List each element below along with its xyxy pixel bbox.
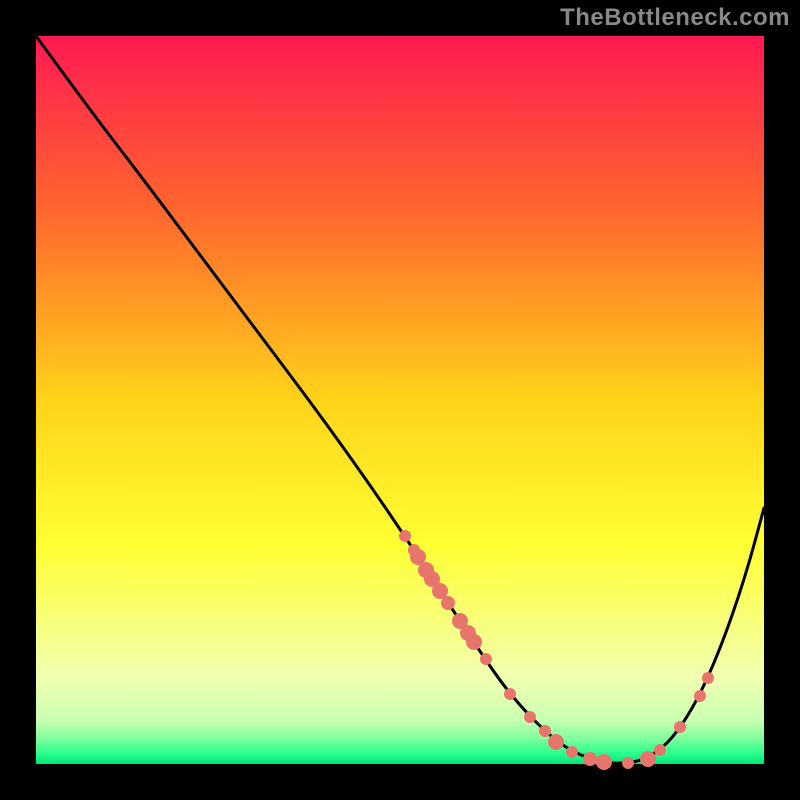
curve-marker: [566, 746, 578, 758]
curve-marker: [548, 734, 564, 750]
curve-marker: [596, 754, 612, 770]
curve-marker: [583, 752, 597, 766]
curve-marker: [441, 596, 455, 610]
curve-marker: [466, 634, 482, 650]
curve-marker: [640, 751, 656, 767]
curve-marker: [539, 725, 551, 737]
watermark-text: TheBottleneck.com: [560, 4, 790, 32]
curve-marker: [702, 672, 714, 684]
curve-marker: [654, 744, 666, 756]
curve-marker: [694, 690, 706, 702]
curve-marker: [622, 757, 634, 769]
curve-marker: [674, 721, 686, 733]
chart-canvas: TheBottleneck.com: [0, 0, 800, 800]
curve-marker: [524, 711, 536, 723]
chart-svg: [0, 0, 800, 800]
curve-marker: [480, 653, 492, 665]
plot-background: [36, 36, 764, 764]
curve-marker: [504, 688, 516, 700]
curve-marker: [399, 530, 411, 542]
